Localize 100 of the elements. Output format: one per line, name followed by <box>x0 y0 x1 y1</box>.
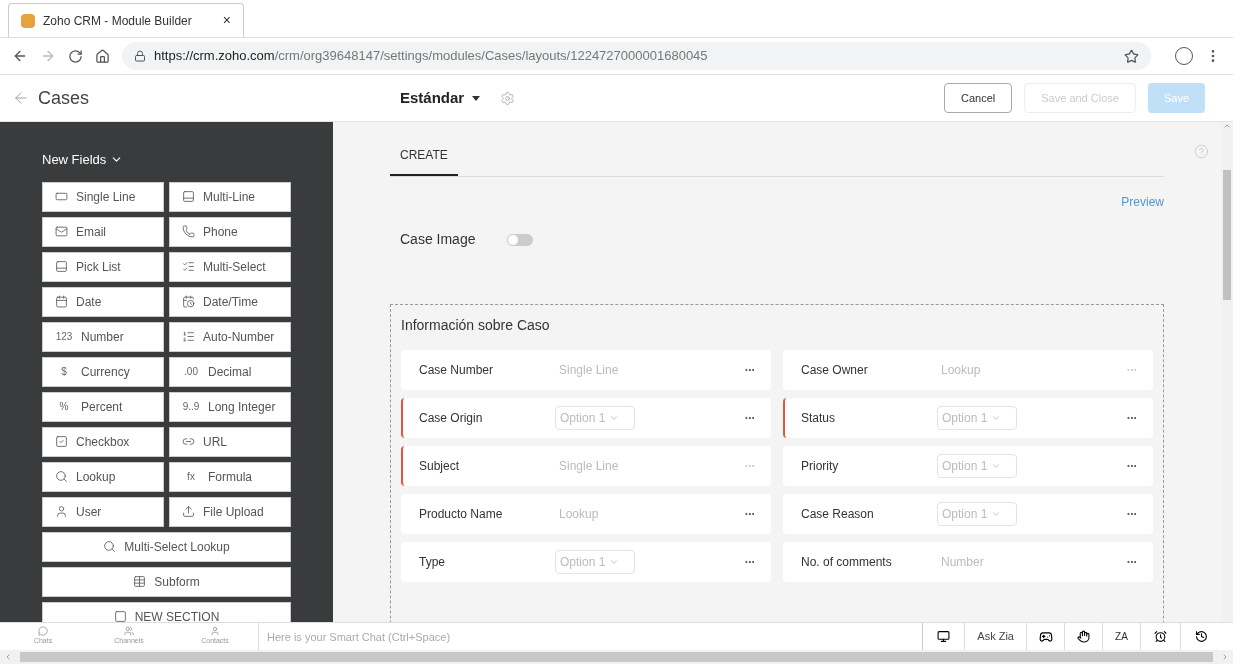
table-icon <box>133 575 147 588</box>
field-type-button[interactable]: 123 Number <box>42 321 164 352</box>
case-image-label: Case Image <box>400 230 476 249</box>
calendar-clock-icon <box>182 295 195 308</box>
field-type-button[interactable]: Auto-Number <box>169 321 291 352</box>
field-type-text: Single Line <box>558 362 620 379</box>
field-type-text: Number <box>940 554 985 571</box>
field-card[interactable]: Status Option 1 ··· <box>783 398 1153 438</box>
field-label: Case Number <box>419 362 495 379</box>
field-type-button[interactable]: Date <box>42 286 164 317</box>
dropdown-field: Option 1 <box>555 406 635 430</box>
more-options[interactable]: ··· <box>1126 553 1137 571</box>
field-type-glyph: .00 <box>183 365 199 379</box>
field-label: Status <box>801 410 837 427</box>
field-type-button[interactable]: Multi-Line <box>169 181 291 212</box>
envelope-icon <box>55 225 68 238</box>
field-label: Type <box>419 554 446 571</box>
field-type-glyph: 123 <box>55 330 73 344</box>
action-button[interactable]: Cancel <box>944 83 1013 113</box>
field-type-button[interactable]: Single Line <box>42 181 164 212</box>
field-type-button[interactable]: Subform <box>42 566 291 597</box>
field-card[interactable]: No. of comments Number ··· <box>783 542 1153 582</box>
field-type-button[interactable]: % Percent <box>42 391 164 422</box>
calendar-icon <box>55 295 68 308</box>
dropdown-field: Option 1 <box>555 550 635 574</box>
field-card[interactable]: Case Number Single Line ··· <box>401 350 771 390</box>
favicon-icon <box>21 13 35 28</box>
field-type-text: Lookup <box>940 362 982 379</box>
users-icon <box>124 626 134 637</box>
reload-icon[interactable] <box>68 48 83 64</box>
numbered-list-icon <box>182 330 195 343</box>
field-type-button[interactable]: User <box>42 496 164 527</box>
dropdown-field: Option 1 <box>937 406 1017 430</box>
field-type-glyph: 9..9 <box>182 400 200 414</box>
more-options[interactable]: ··· <box>1126 457 1137 475</box>
field-card[interactable]: Priority Option 1 ··· <box>783 446 1153 486</box>
field-type-button[interactable]: 9..9 Long Integer <box>169 391 291 422</box>
field-type-button[interactable]: Checkbox <box>42 426 164 457</box>
home-icon[interactable] <box>95 48 110 64</box>
field-type-button[interactable]: Date/Time <box>169 286 291 317</box>
link-icon <box>182 435 195 448</box>
dropdown-field: Option 1 <box>937 454 1017 478</box>
field-card[interactable]: Type Option 1 ··· <box>401 542 771 582</box>
more-options[interactable]: ··· <box>744 409 755 427</box>
multiline-icon <box>182 190 195 203</box>
more-options[interactable]: ··· <box>744 505 755 523</box>
field-card[interactable]: Case Origin Option 1 ··· <box>401 398 771 438</box>
more-options[interactable]: ··· <box>744 553 755 571</box>
close-icon[interactable]: × <box>222 10 231 31</box>
field-card[interactable]: Case Reason Option 1 ··· <box>783 494 1153 534</box>
star-icon[interactable] <box>1124 48 1139 64</box>
browser-tab[interactable]: Zoho CRM - Module Builder × <box>8 3 244 37</box>
caret-icon <box>472 95 481 101</box>
field-type-button[interactable]: Lookup <box>42 461 164 492</box>
field-label: Priority <box>801 458 840 475</box>
field-type-glyph: fx <box>186 470 196 484</box>
phone-icon <box>182 225 195 238</box>
field-type-button[interactable]: Pick List <box>42 251 164 282</box>
address-bar[interactable]: https://crm.zoho.com/crm/org39648147/settings/modules/Cases/layouts/1224727000001680045 <box>122 42 1151 70</box>
lock-icon <box>134 50 146 62</box>
layout-dropdown[interactable]: Estándar <box>400 86 481 110</box>
back-icon[interactable] <box>12 48 28 64</box>
scroll-thumb[interactable] <box>1223 170 1231 300</box>
checklist-icon <box>182 260 195 273</box>
field-type-button[interactable]: $ Currency <box>42 356 164 387</box>
tab-title: Zoho CRM - Module Builder <box>43 12 192 30</box>
caret-icon <box>991 509 1002 519</box>
square-icon <box>113 610 127 622</box>
field-type-button[interactable]: File Upload <box>169 496 291 527</box>
field-type-button[interactable]: Multi-Select Lookup <box>42 531 291 562</box>
section-title: Información sobre Caso <box>401 316 551 335</box>
field-type-button[interactable]: Email <box>42 216 164 247</box>
module-title: Cases <box>38 86 91 110</box>
url-text: https://crm.zoho.com/crm/org39648147/settings/modules/Cases/layouts/1224727000001680045 <box>154 47 708 66</box>
search-icon <box>103 540 117 553</box>
more-options[interactable]: ··· <box>1126 505 1137 523</box>
field-card[interactable]: Subject Single Line ··· <box>401 446 771 486</box>
field-label: Subject <box>419 458 461 475</box>
field-type-button[interactable]: .00 Decimal <box>169 356 291 387</box>
layout-tab[interactable]: CREATE <box>390 146 458 176</box>
more-options[interactable]: ··· <box>744 361 755 379</box>
field-type-button[interactable]: NEW SECTION <box>42 601 291 622</box>
field-type-button[interactable]: Multi-Select <box>169 251 291 282</box>
scroll-thumb[interactable] <box>20 652 1213 662</box>
field-label: No. of comments <box>801 554 893 571</box>
field-type-button[interactable]: URL <box>169 426 291 457</box>
caret-icon <box>609 413 620 423</box>
field-type-button[interactable]: fx Formula <box>169 461 291 492</box>
upload-icon <box>182 505 195 518</box>
field-card[interactable]: Producto Name Lookup ··· <box>401 494 771 534</box>
more-options[interactable]: ··· <box>1126 409 1137 427</box>
caret-icon <box>609 557 620 567</box>
field-type-button[interactable]: Phone <box>169 216 291 247</box>
chat-bubble-icon <box>38 626 48 637</box>
search-icon <box>55 470 68 483</box>
field-card[interactable]: Case Owner Lookup ··· <box>783 350 1153 390</box>
case-image-toggle[interactable] <box>507 233 534 246</box>
field-type-text: Single Line <box>558 458 620 475</box>
new-fields-heading[interactable]: New Fields <box>42 150 291 170</box>
field-label: Case Reason <box>801 506 875 523</box>
